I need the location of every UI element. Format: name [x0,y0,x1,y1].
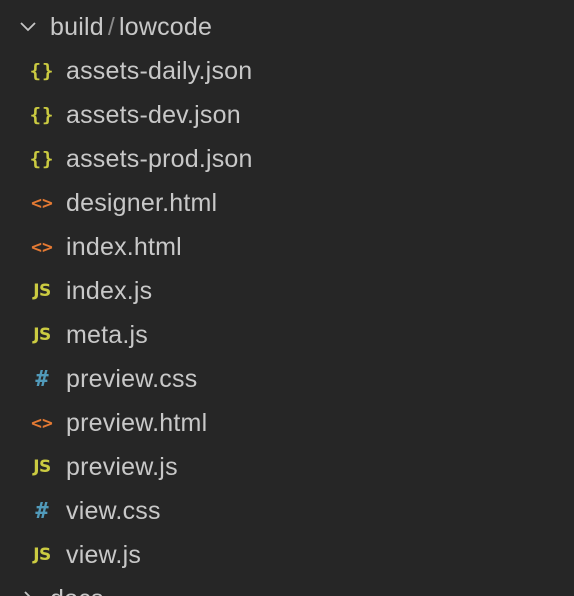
file-row-preview-html[interactable]: <> preview.html [0,401,574,445]
folder-name-docs: docs [50,585,104,596]
js-file-icon: JS [33,545,51,565]
file-name: designer.html [66,188,218,217]
json-file-icon: {} [29,104,55,126]
folder-name-build: build [50,12,104,41]
file-name: preview.js [66,452,178,481]
file-explorer: build / lowcode {} assets-daily.json {} as… [0,0,574,596]
folder-row-build-lowcode[interactable]: build / lowcode [0,5,574,49]
file-row-assets-dev-json[interactable]: {} assets-dev.json [0,93,574,137]
html-file-icon: <> [31,236,53,258]
css-file-icon: # [35,366,49,392]
file-name: view.css [66,496,161,525]
folder-row-docs[interactable]: docs [0,577,574,596]
file-row-designer-html[interactable]: <> designer.html [0,181,574,225]
file-name: index.js [66,276,153,305]
file-name: preview.css [66,364,198,393]
file-name: assets-dev.json [66,100,241,129]
js-file-icon: JS [33,457,51,477]
folder-path: build / lowcode [50,13,212,42]
file-row-view-js[interactable]: JS view.js [0,533,574,577]
file-row-view-css[interactable]: # view.css [0,489,574,533]
file-name: assets-daily.json [66,56,253,85]
file-name: assets-prod.json [66,144,253,173]
folder-name-lowcode: lowcode [118,12,213,41]
file-name: meta.js [66,320,148,349]
chevron-down-icon[interactable] [16,15,40,39]
file-name: index.html [66,232,182,261]
json-file-icon: {} [29,148,55,170]
js-file-icon: JS [33,281,51,301]
css-file-icon: # [35,498,49,524]
html-file-icon: <> [31,192,53,214]
file-name: preview.html [66,408,208,437]
file-row-assets-daily-json[interactable]: {} assets-daily.json [0,49,574,93]
file-row-index-js[interactable]: JS index.js [0,269,574,313]
file-row-preview-css[interactable]: # preview.css [0,357,574,401]
html-file-icon: <> [31,412,53,434]
json-file-icon: {} [29,60,55,82]
js-file-icon: JS [33,325,51,345]
file-name: view.js [66,540,142,569]
file-row-meta-js[interactable]: JS meta.js [0,313,574,357]
file-row-assets-prod-json[interactable]: {} assets-prod.json [0,137,574,181]
chevron-right-icon[interactable] [16,587,40,596]
file-row-index-html[interactable]: <> index.html [0,225,574,269]
path-separator: / [107,12,115,41]
file-row-preview-js[interactable]: JS preview.js [0,445,574,489]
